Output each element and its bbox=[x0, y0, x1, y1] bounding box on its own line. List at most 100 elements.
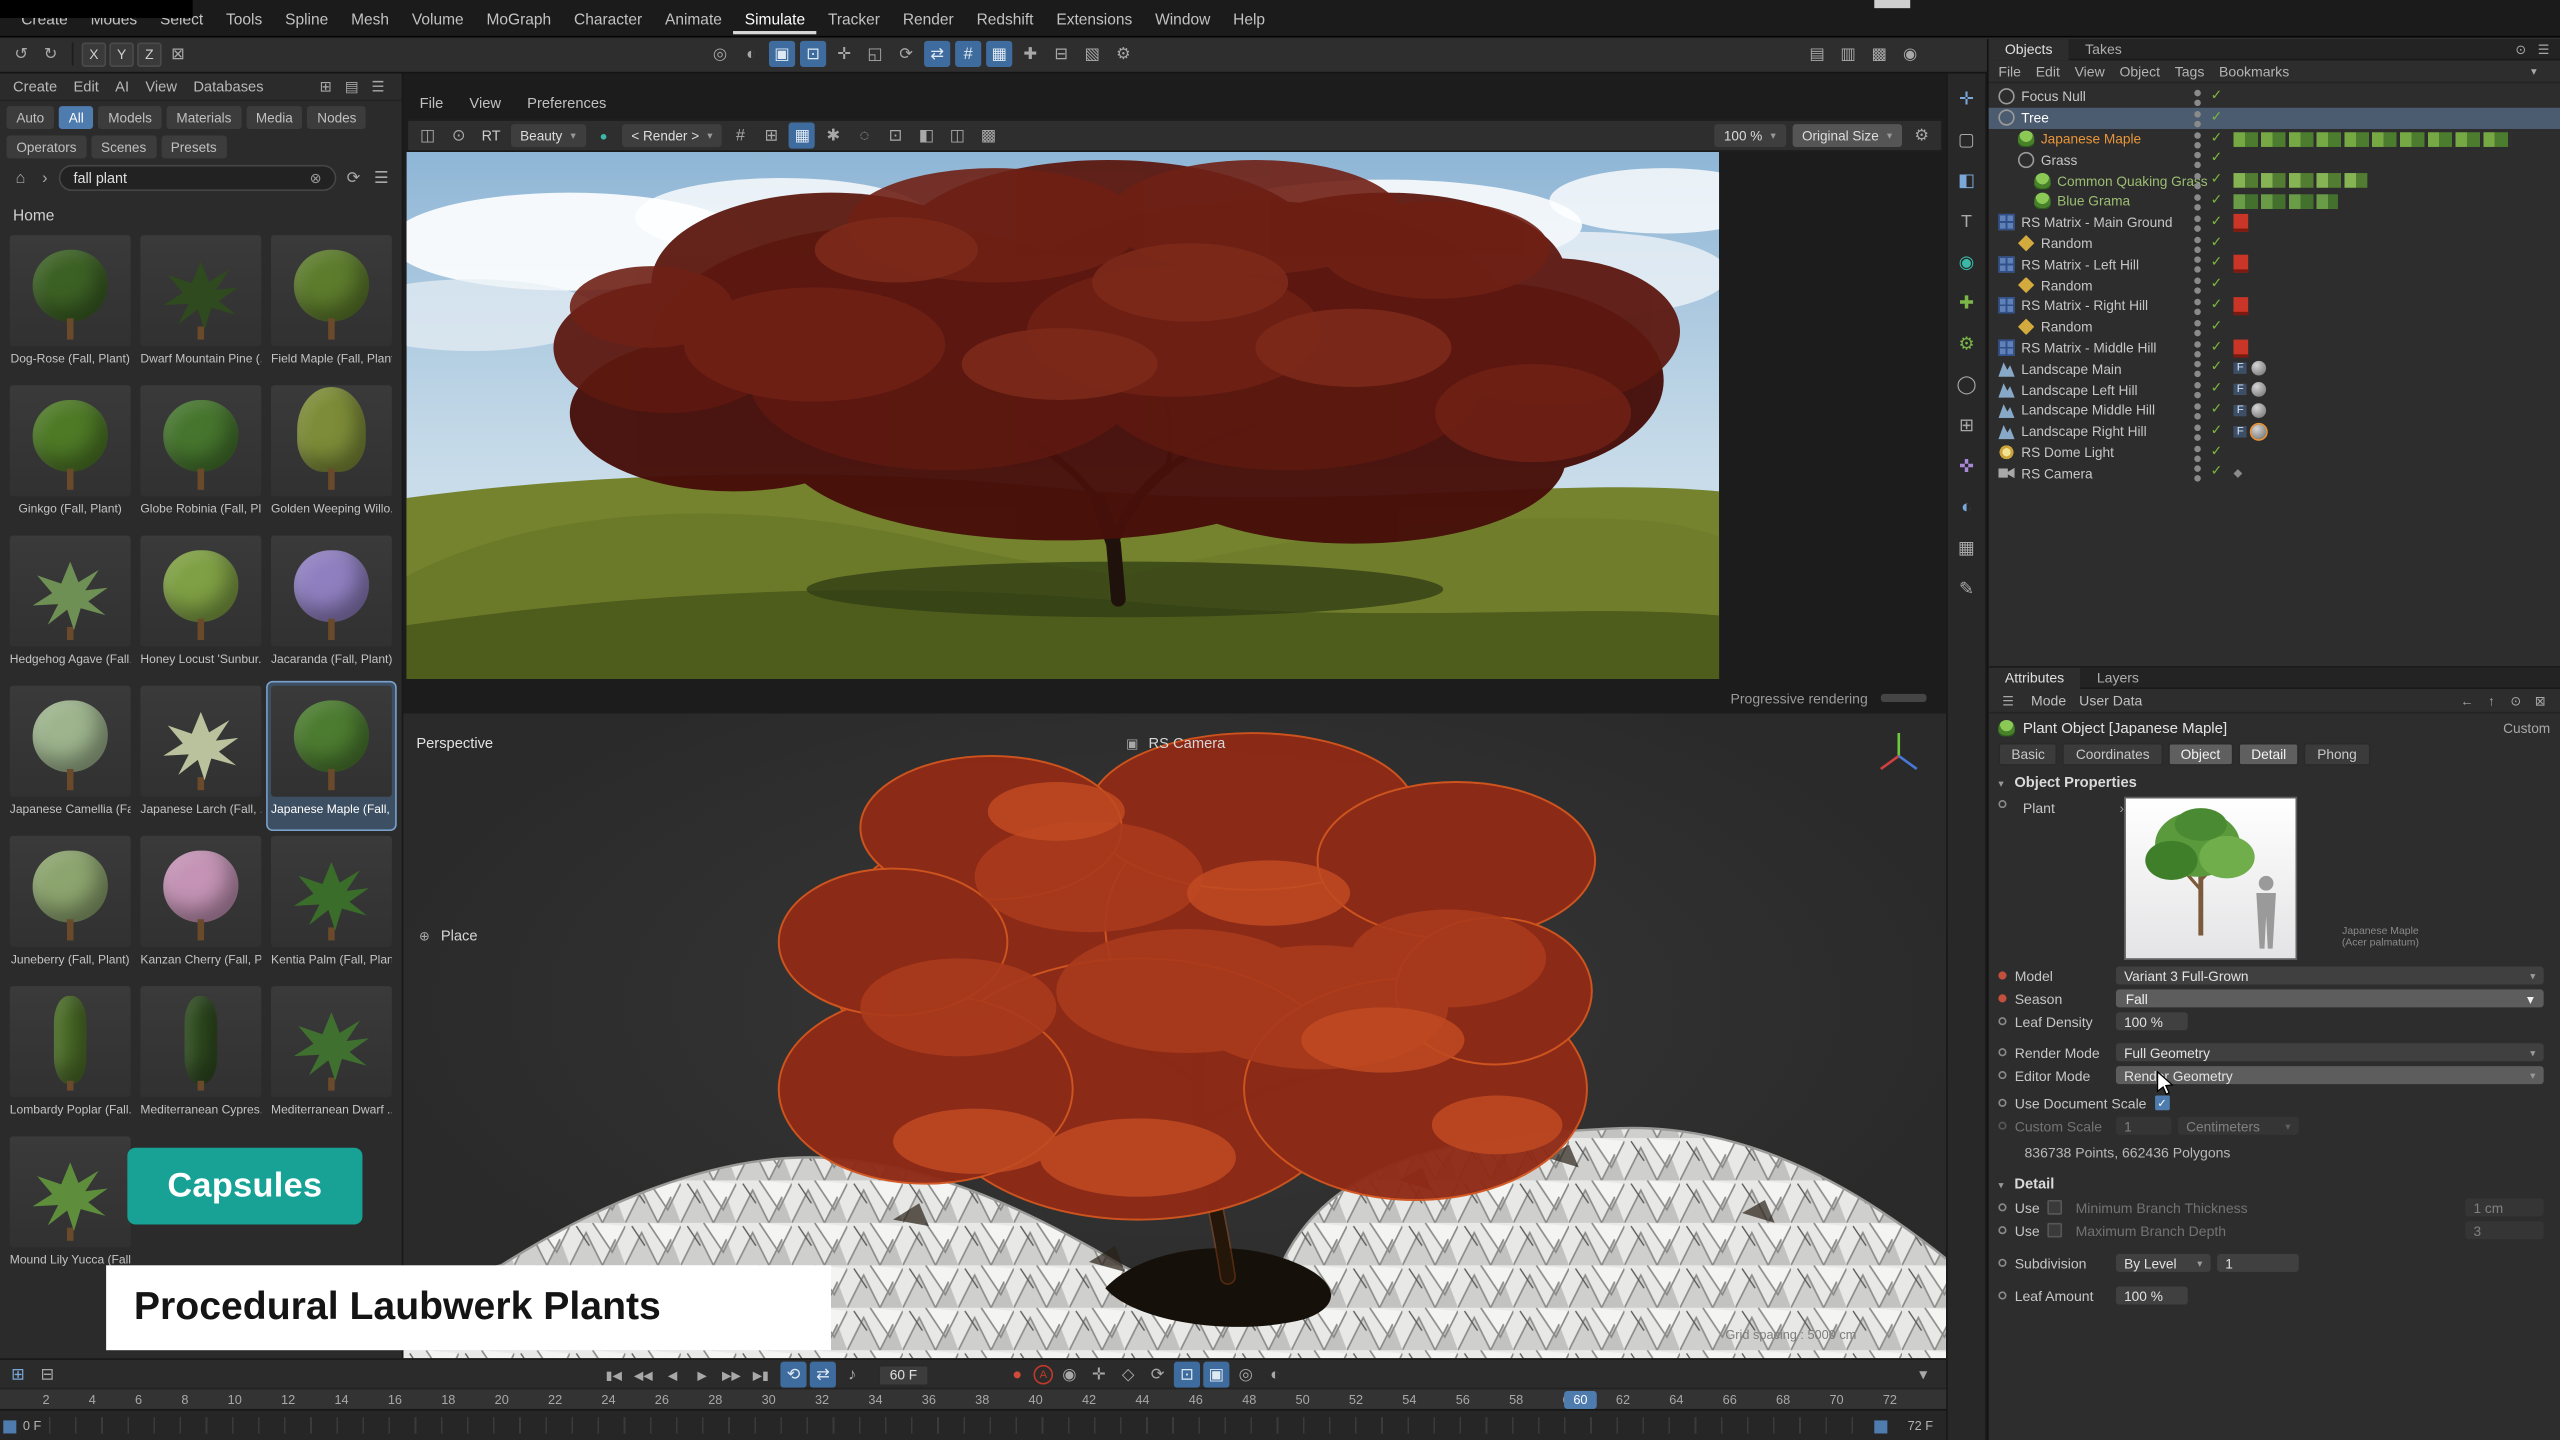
om-menu-item[interactable]: View bbox=[2075, 63, 2105, 79]
keyframe-dot[interactable] bbox=[1998, 1017, 2006, 1025]
save-image-icon[interactable]: ◫ bbox=[415, 122, 441, 148]
visibility-dots[interactable] bbox=[2194, 236, 2201, 243]
split-icon[interactable]: ◫ bbox=[944, 122, 970, 148]
enabled-check-icon[interactable]: ✓ bbox=[2211, 275, 2223, 293]
viewport[interactable]: Perspective ▣ RS Camera ⊕ Place Grid spa… bbox=[403, 713, 1946, 1358]
object-label[interactable]: Japanese Maple bbox=[2041, 131, 2141, 147]
visibility-dots[interactable] bbox=[2194, 90, 2201, 97]
coord-system-icon[interactable]: ⇄ bbox=[924, 41, 950, 67]
leaf-amount-field[interactable]: 100 % bbox=[2116, 1287, 2188, 1305]
enabled-check-icon[interactable]: ✓ bbox=[2211, 87, 2223, 105]
object-label[interactable]: RS Camera bbox=[2021, 465, 2092, 481]
menu-item[interactable]: Character bbox=[563, 8, 654, 34]
visibility-dots[interactable] bbox=[2194, 299, 2201, 306]
asset-menu-item[interactable]: View bbox=[145, 78, 177, 94]
attribute-tab[interactable]: Coordinates bbox=[2063, 742, 2163, 765]
object-tags[interactable] bbox=[2233, 382, 2266, 397]
object-label[interactable]: Random bbox=[2041, 319, 2093, 335]
render-view-icon[interactable]: ◐ bbox=[738, 41, 764, 67]
object-label[interactable]: Focus Null bbox=[2021, 89, 2086, 105]
breadcrumb[interactable]: Home bbox=[0, 196, 402, 232]
record-scale-icon[interactable]: ◇ bbox=[1115, 1362, 1141, 1388]
panel-menu-icon[interactable]: ☰ bbox=[367, 76, 388, 97]
layout-alt-icon[interactable]: ▥ bbox=[1835, 41, 1861, 67]
om-filter-icon[interactable]: ▾ bbox=[2524, 61, 2544, 81]
camera-label[interactable]: ▣ RS Camera bbox=[1124, 735, 1225, 751]
object-label[interactable]: Blue Grama bbox=[2057, 193, 2130, 209]
enabled-check-icon[interactable]: ✓ bbox=[2211, 107, 2223, 125]
om-menu-item[interactable]: Bookmarks bbox=[2219, 63, 2289, 79]
region-icon[interactable]: ▦ bbox=[789, 122, 815, 148]
scale-tool-icon[interactable]: ◱ bbox=[862, 41, 888, 67]
play-icon[interactable]: ▶ bbox=[689, 1362, 715, 1388]
menu-item[interactable]: Redshift bbox=[965, 8, 1045, 34]
place-tool-label[interactable]: ⊕ Place bbox=[416, 927, 477, 943]
filter-pill[interactable]: Scenes bbox=[91, 136, 156, 159]
panel-tab[interactable]: Layers bbox=[2081, 667, 2156, 688]
enabled-check-icon[interactable]: ✓ bbox=[2211, 337, 2223, 355]
motion-icon[interactable]: ◐ bbox=[1262, 1362, 1288, 1388]
object-tags[interactable] bbox=[2233, 194, 2337, 209]
menu-item[interactable]: MoGraph bbox=[475, 8, 563, 34]
object-row[interactable]: Tree ✓ bbox=[1989, 107, 2560, 128]
object-row[interactable]: Japanese Maple ✓ bbox=[1989, 128, 2560, 149]
timeline-range-bar[interactable]: 0 F 72 F bbox=[0, 1409, 1946, 1440]
current-frame-field[interactable]: 60 F bbox=[878, 1364, 928, 1385]
filter-pill[interactable]: Materials bbox=[167, 106, 242, 129]
menu-item[interactable]: Render bbox=[891, 8, 965, 34]
menu-item[interactable]: Simulate bbox=[733, 8, 816, 34]
refresh-icon[interactable]: ⟳ bbox=[343, 165, 364, 191]
goto-start-icon[interactable]: ▮◀ bbox=[601, 1362, 627, 1388]
undo-icon[interactable]: ↺ bbox=[8, 41, 34, 67]
visibility-dots[interactable] bbox=[2194, 257, 2201, 264]
asset-menu-item[interactable]: Databases bbox=[193, 78, 263, 94]
grid-tool-icon[interactable]: ▦ bbox=[1949, 532, 1983, 563]
object-label[interactable]: Grass bbox=[2041, 151, 2077, 167]
search-input[interactable]: fall plant ⊗ bbox=[59, 165, 337, 191]
gear-icon[interactable]: ⚙ bbox=[1110, 41, 1136, 67]
object-label[interactable]: RS Matrix - Middle Hill bbox=[2021, 340, 2156, 356]
asset-item[interactable]: Honey Locust 'Sunbur... bbox=[137, 532, 264, 679]
menu-item[interactable]: Tracker bbox=[817, 8, 892, 34]
lock-icon[interactable]: ⊠ bbox=[2531, 691, 2551, 711]
grid-snap-icon[interactable]: # bbox=[955, 41, 981, 67]
search-icon[interactable]: ⊙ bbox=[2506, 691, 2526, 711]
mirror-icon[interactable]: ⊟ bbox=[1048, 41, 1074, 67]
axis-lock-icon[interactable]: ⊠ bbox=[165, 41, 191, 67]
move-tool-icon[interactable]: ✛ bbox=[831, 41, 857, 67]
menu-item[interactable]: Window bbox=[1144, 8, 1222, 34]
history-back-icon[interactable]: ← bbox=[2457, 691, 2477, 711]
overlay-icon[interactable]: ◧ bbox=[913, 122, 939, 148]
filter-pill[interactable]: Operators bbox=[7, 136, 87, 159]
render-settings-icon[interactable]: ▣ bbox=[769, 41, 795, 67]
enabled-check-icon[interactable]: ✓ bbox=[2211, 379, 2223, 397]
om-menu-item[interactable]: Object bbox=[2119, 63, 2160, 79]
object-tags[interactable] bbox=[2233, 424, 2266, 439]
bucket-icon[interactable]: ▩ bbox=[975, 122, 1001, 148]
cube-tool-icon[interactable]: ◧ bbox=[1949, 165, 1983, 196]
object-tags[interactable] bbox=[2233, 341, 2248, 356]
keyframe-dot[interactable] bbox=[1998, 1048, 2006, 1056]
object-label[interactable]: RS Matrix - Left Hill bbox=[2021, 256, 2139, 272]
object-row[interactable]: Random ✓ bbox=[1989, 275, 2560, 296]
render-dropdown[interactable]: < Render >▾ bbox=[622, 124, 723, 147]
visibility-dots[interactable] bbox=[2194, 361, 2201, 368]
simulate-icon[interactable]: ◎ bbox=[707, 41, 733, 67]
asset-menu-item[interactable]: Edit bbox=[73, 78, 98, 94]
object-label[interactable]: Landscape Right Hill bbox=[2021, 423, 2146, 439]
visibility-dots[interactable] bbox=[2194, 403, 2201, 410]
menu-item[interactable]: Mesh bbox=[340, 8, 401, 34]
globe-tool-icon[interactable]: ◐ bbox=[1949, 491, 1983, 522]
object-row[interactable]: RS Matrix - Left Hill ✓ bbox=[1989, 254, 2560, 275]
asset-menu-item[interactable]: AI bbox=[115, 78, 129, 94]
axis-toggle-button[interactable]: X bbox=[82, 42, 106, 66]
asset-item[interactable]: Golden Weeping Willo... bbox=[268, 382, 395, 529]
asset-item[interactable]: Dwarf Mountain Pine (... bbox=[137, 232, 264, 379]
keyframe-dot[interactable] bbox=[1998, 1291, 2006, 1299]
workplane-icon[interactable]: ▧ bbox=[1079, 41, 1105, 67]
render-output-image[interactable] bbox=[407, 152, 1720, 679]
enabled-check-icon[interactable]: ✓ bbox=[2211, 358, 2223, 376]
filter-pill[interactable]: All bbox=[59, 106, 94, 129]
next-frame-icon[interactable]: ▶▶ bbox=[718, 1362, 744, 1388]
asset-item[interactable]: Kanzan Cherry (Fall, Pl... bbox=[137, 833, 264, 980]
